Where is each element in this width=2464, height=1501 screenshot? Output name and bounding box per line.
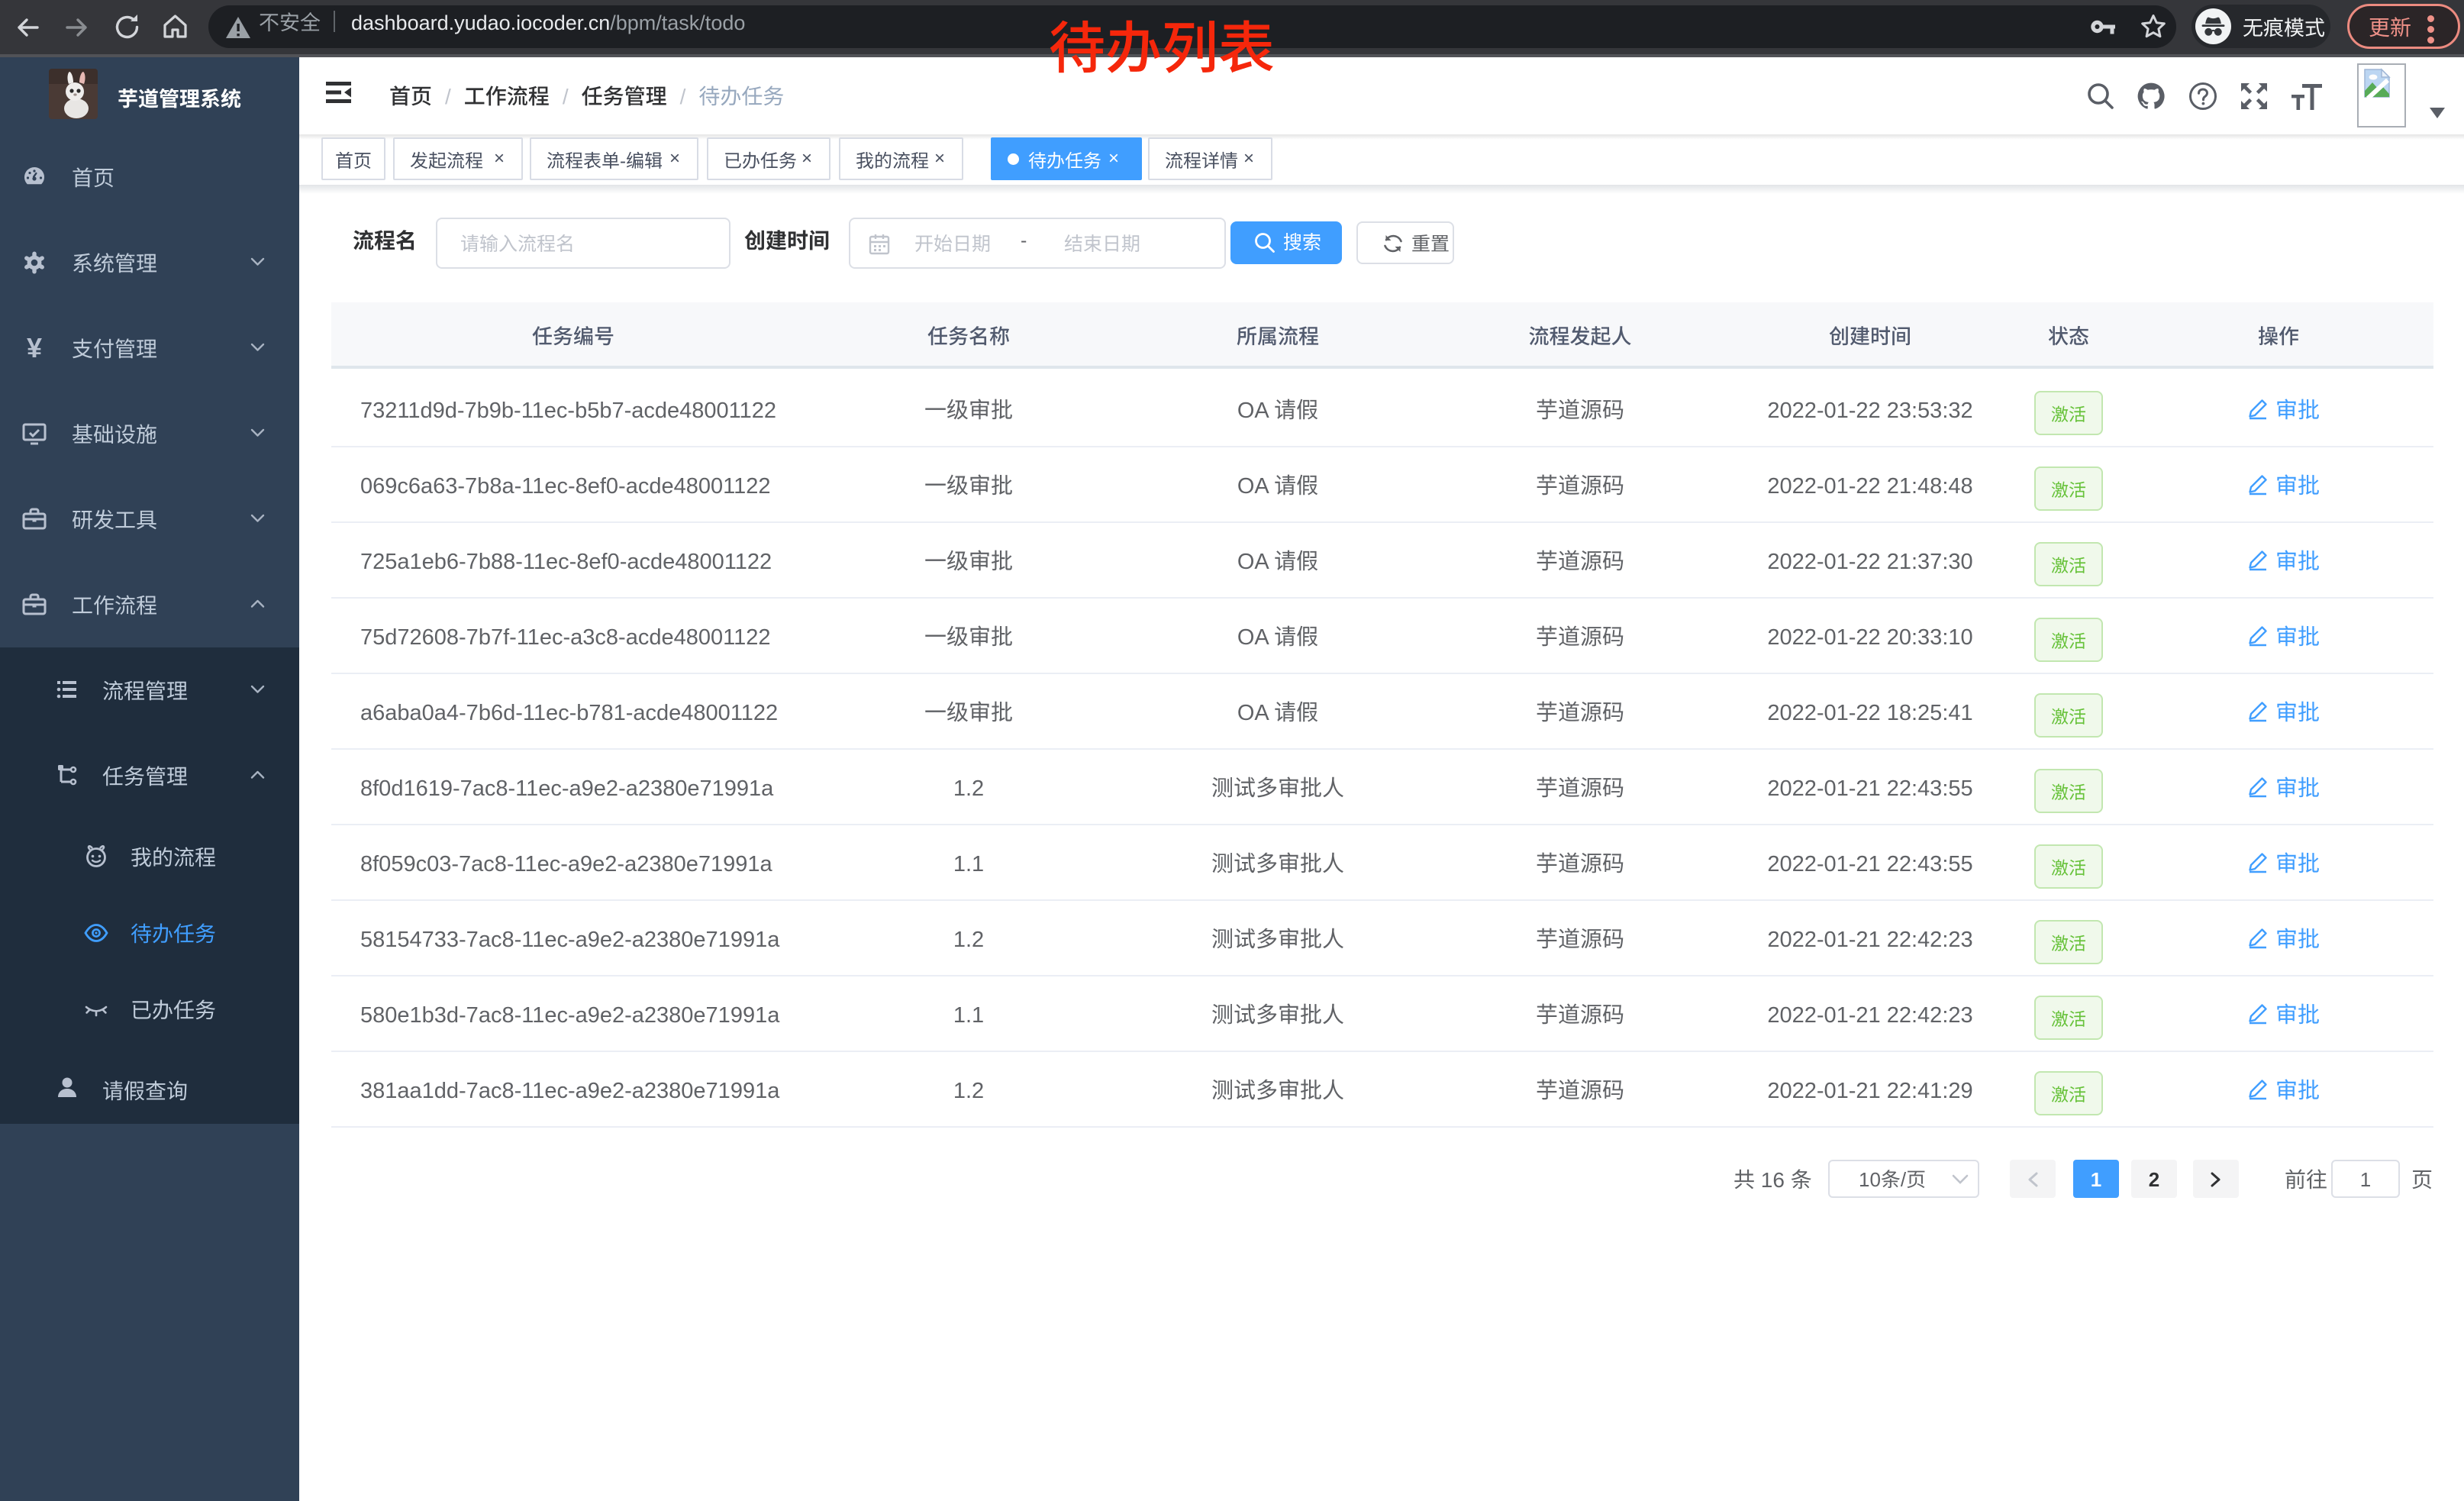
svg-text:¥: ¥ <box>27 336 42 360</box>
